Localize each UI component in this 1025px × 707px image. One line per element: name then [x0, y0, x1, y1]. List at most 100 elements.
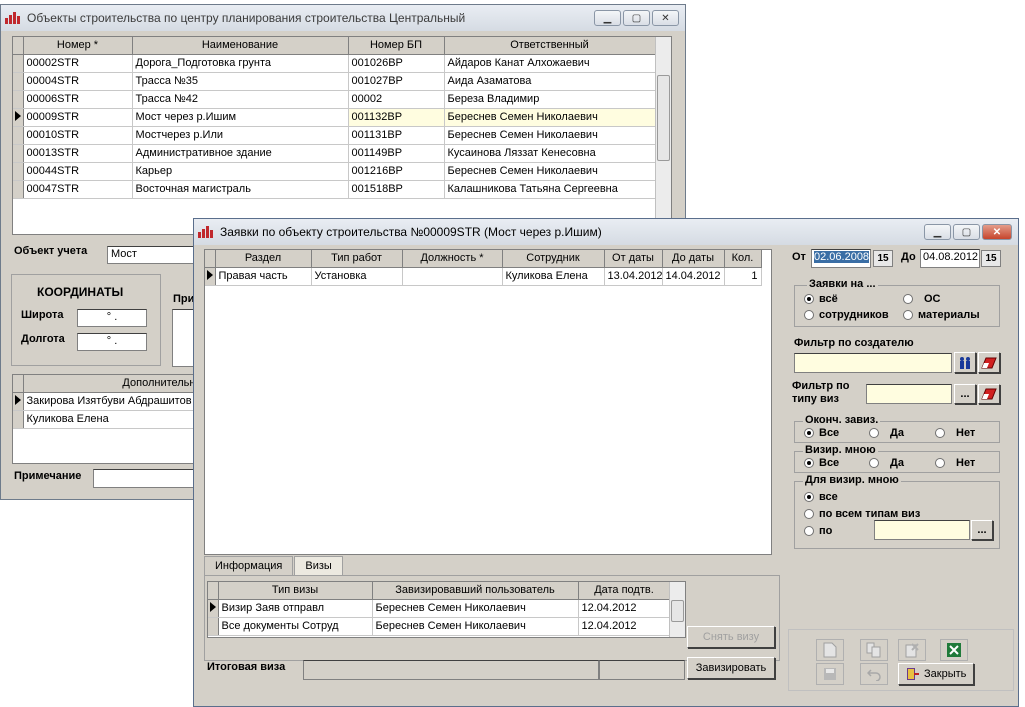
object-row[interactable]: 00006STR Трасса №42 00002 Береза Владимир	[13, 90, 656, 109]
col-position[interactable]: Должность *	[402, 250, 503, 268]
row-indicator[interactable]	[13, 126, 24, 145]
to-calendar-button[interactable]: 15	[981, 250, 1001, 267]
row-indicator[interactable]	[13, 54, 24, 73]
col-extra[interactable]: Дополнительные	[23, 375, 196, 393]
final-all-radio[interactable]: Все	[804, 427, 839, 439]
col-name[interactable]: Наименование	[132, 37, 349, 55]
object-row[interactable]: 00010STR Мостчерез р.Или 001131BP Береснев …	[13, 126, 656, 145]
clear-visa-type-button[interactable]	[978, 384, 1000, 404]
row-indicator[interactable]	[208, 617, 219, 636]
delete-doc-button[interactable]	[898, 639, 926, 661]
col-bp-number[interactable]: Номер БП	[348, 37, 445, 55]
col-qty[interactable]: Кол.	[724, 250, 762, 268]
row-indicator[interactable]	[208, 599, 219, 618]
from-date-cell[interactable]: 13.04.2012	[604, 267, 663, 286]
employee-cell[interactable]: Куликова Елена	[502, 267, 605, 286]
for-me-select-button[interactable]: ...	[971, 520, 993, 540]
name-cell[interactable]: Административное здание	[132, 144, 349, 163]
bp-number-cell[interactable]: 001026BP	[348, 54, 445, 73]
responsible-cell[interactable]: Береза Владимир	[444, 90, 656, 109]
longitude-field[interactable]: ° .	[77, 333, 147, 351]
cancel-visa-button[interactable]: Снять визу	[687, 626, 775, 648]
responsible-cell[interactable]: Калашникова Татьяна Сергеевна	[444, 180, 656, 199]
extra-cell[interactable]: Закирова Изятбуви Абдрашитов	[23, 392, 196, 411]
select-creator-button[interactable]	[954, 352, 976, 373]
visa-user-cell[interactable]: Береснев Семен Николаевич	[372, 599, 579, 618]
object-row[interactable]: 00004STR Трасса №35 001027BP Аида Азаматова	[13, 72, 656, 91]
responsible-cell[interactable]: Кусаинова Ляззат Кенесовна	[444, 144, 656, 163]
copy-doc-button[interactable]	[860, 639, 888, 661]
final-visa-field-2[interactable]	[599, 660, 685, 680]
from-calendar-button[interactable]: 15	[873, 250, 893, 267]
visas-grid[interactable]: Тип визы Завизировавший пользователь Дат…	[207, 581, 686, 638]
object-field[interactable]: Мост	[107, 246, 207, 264]
bp-number-cell[interactable]: 001216BP	[348, 162, 445, 181]
position-cell[interactable]	[402, 267, 503, 286]
extra-row[interactable]: Закирова Изятбуви Абдрашитов	[13, 392, 196, 411]
col-responsible[interactable]: Ответственный	[444, 37, 656, 55]
col-work-type[interactable]: Тип работ	[311, 250, 403, 268]
col-employee[interactable]: Сотрудник	[502, 250, 605, 268]
for-me-by-all-radio[interactable]: по всем типам виз	[804, 508, 920, 520]
col-from-date[interactable]: От даты	[604, 250, 663, 268]
visa-me-all-radio[interactable]: Все	[804, 457, 839, 469]
object-row[interactable]: 00009STR Мост через р.Ишим 001132BP Бересне…	[13, 108, 656, 127]
note-field[interactable]	[93, 469, 197, 488]
name-cell[interactable]: Мостчерез р.Или	[132, 126, 349, 145]
row-indicator[interactable]	[13, 392, 24, 411]
responsible-cell[interactable]: Береснев Семен Николаевич	[444, 162, 656, 181]
maximize-button[interactable]: ▢	[623, 10, 650, 26]
dialog-maximize-button[interactable]: ▢	[953, 224, 980, 240]
responsible-cell[interactable]: Аида Азаматова	[444, 72, 656, 91]
number-cell[interactable]: 00004STR	[23, 72, 133, 91]
number-cell[interactable]: 00044STR	[23, 162, 133, 181]
radio-all[interactable]: всё	[804, 293, 838, 305]
visa-button[interactable]: Завизировать	[687, 657, 775, 679]
visa-me-yes-radio[interactable]: Да	[869, 457, 904, 469]
row-indicator[interactable]	[13, 72, 24, 91]
object-row[interactable]: 00002STR Дорога_Подготовка грунта 001026BP…	[13, 54, 656, 73]
row-indicator[interactable]	[13, 108, 24, 127]
tab-information[interactable]: Информация	[204, 556, 294, 575]
scroll-thumb[interactable]	[657, 75, 670, 161]
to-date-field[interactable]: 04.08.2012	[920, 249, 980, 268]
bp-number-cell[interactable]: 001027BP	[348, 72, 445, 91]
radio-staff[interactable]: сотрудников	[804, 309, 889, 321]
dialog-close-button[interactable]: ✕	[982, 224, 1012, 240]
number-cell[interactable]: 00009STR	[23, 108, 133, 127]
requests-grid[interactable]: Раздел Тип работ Должность * Сотрудник О…	[204, 249, 772, 555]
number-cell[interactable]: 00006STR	[23, 90, 133, 109]
visas-scroll-thumb[interactable]	[671, 600, 684, 622]
number-cell[interactable]: 00002STR	[23, 54, 133, 73]
number-cell[interactable]: 00047STR	[23, 180, 133, 199]
final-visa-field[interactable]	[303, 660, 599, 680]
visa-type-filter-field[interactable]	[866, 384, 952, 404]
undo-button[interactable]	[860, 663, 888, 685]
bp-number-cell[interactable]: 001149BP	[348, 144, 445, 163]
extra-row[interactable]: Куликова Елена	[13, 410, 196, 429]
row-indicator[interactable]	[13, 162, 24, 181]
object-row[interactable]: 00047STR Восточная магистраль 001518BP Кала…	[13, 180, 656, 199]
number-cell[interactable]: 00010STR	[23, 126, 133, 145]
tab-visas[interactable]: Визы	[294, 556, 343, 575]
radio-materials[interactable]: материалы	[903, 309, 980, 321]
qty-cell[interactable]: 1	[724, 267, 762, 286]
visa-type-cell[interactable]: Визир Заяв отправл	[218, 599, 373, 618]
to-date-cell[interactable]: 14.04.2012	[662, 267, 725, 286]
visa-date-cell[interactable]: 12.04.2012	[578, 617, 671, 636]
work-type-cell[interactable]: Установка	[311, 267, 403, 286]
close-button[interactable]: ✕	[652, 10, 679, 26]
bp-number-cell[interactable]: 001518BP	[348, 180, 445, 199]
row-indicator[interactable]	[205, 267, 216, 286]
creator-filter-field[interactable]	[794, 353, 952, 373]
col-visa-user[interactable]: Завизировавший пользователь	[372, 582, 579, 600]
name-cell[interactable]: Трасса №42	[132, 90, 349, 109]
final-no-radio[interactable]: Нет	[935, 427, 975, 439]
latitude-field[interactable]: ° .	[77, 309, 147, 327]
col-visa-type[interactable]: Тип визы	[218, 582, 373, 600]
visa-row[interactable]: Все документы Сотруд Береснев Семен Никол…	[208, 617, 671, 636]
final-yes-radio[interactable]: Да	[869, 427, 904, 439]
object-row[interactable]: 00044STR Карьер 001216BP Береснев Семен Ник…	[13, 162, 656, 181]
bp-number-cell[interactable]: 001131BP	[348, 126, 445, 145]
row-indicator[interactable]	[13, 180, 24, 199]
